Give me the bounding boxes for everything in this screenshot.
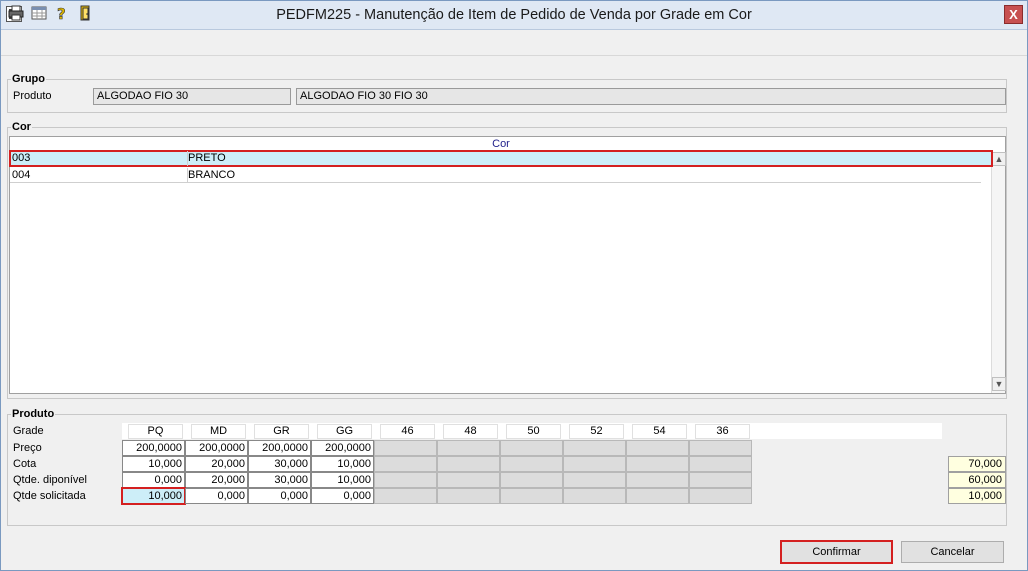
color-name: PRETO (188, 152, 226, 164)
printer-icon[interactable] (7, 4, 25, 22)
scroll-down-icon[interactable]: ▼ (992, 377, 1006, 391)
size-header: MD (191, 424, 246, 439)
cor-label: Cor (11, 121, 32, 133)
scroll-up-icon[interactable]: ▲ (992, 152, 1006, 166)
empty-grade-cell (563, 488, 626, 504)
empty-grade-cell (563, 456, 626, 472)
qtd-solicitada-row-label: Qtde solicitada (13, 490, 86, 502)
produto-code-field[interactable]: ALGODAO FIO 30 (93, 88, 291, 105)
empty-grade-cell (437, 488, 500, 504)
size-header: 54 (632, 424, 687, 439)
empty-grade-cell (626, 472, 689, 488)
empty-grade-cell (689, 472, 752, 488)
preco-cell: 200,0000 (185, 440, 248, 456)
size-header: GG (317, 424, 372, 439)
produto-desc-field[interactable]: ALGODAO FIO 30 FIO 30 (296, 88, 1006, 105)
toolbar (1, 30, 1027, 56)
size-header: 36 (695, 424, 750, 439)
window-title: PEDFM225 - Manutenção de Item de Pedido … (276, 7, 752, 23)
qtd-solicitada-total: 10,000 (948, 488, 1006, 504)
cota-cell: 30,000 (248, 456, 311, 472)
empty-grade-cell (689, 440, 752, 456)
size-header: 50 (506, 424, 561, 439)
list-item[interactable]: 004 BRANCO (10, 168, 981, 183)
qtd-disponivel-total: 60,000 (948, 472, 1006, 488)
empty-grade-cell (626, 488, 689, 504)
empty-grade-cell (437, 456, 500, 472)
produto-label: Produto (13, 90, 52, 102)
cota-total: 70,000 (948, 456, 1006, 472)
vertical-scrollbar[interactable]: ▲ ▼ (991, 152, 1006, 393)
list-item[interactable]: 003 PRETO (9, 150, 993, 167)
empty-grade-cell (437, 472, 500, 488)
svg-text:?: ? (57, 5, 66, 21)
empty-grade-cell (626, 456, 689, 472)
size-header: 48 (443, 424, 498, 439)
color-name: BRANCO (188, 169, 236, 181)
size-header: PQ (128, 424, 183, 439)
list-column-header[interactable]: Cor (10, 137, 992, 152)
grade-row-label: Grade (13, 425, 44, 437)
preco-cell: 200,0000 (248, 440, 311, 456)
cota-cell: 20,000 (185, 456, 248, 472)
qtd-disponivel-cell: 0,000 (122, 472, 185, 488)
cota-cell: 10,000 (122, 456, 185, 472)
empty-grade-cell (500, 488, 563, 504)
empty-grade-cell (626, 440, 689, 456)
empty-grade-cell (374, 440, 437, 456)
close-button[interactable]: X (1004, 5, 1023, 24)
size-header: 46 (380, 424, 435, 439)
size-header: 52 (569, 424, 624, 439)
produto-group-label: Produto (11, 408, 56, 420)
color-code: 004 (10, 168, 188, 183)
size-header: GR (254, 424, 309, 439)
grid-icon[interactable] (30, 4, 48, 22)
cota-cell: 10,000 (311, 456, 374, 472)
qtd-solicitada-cell[interactable]: 10,000 (121, 487, 186, 505)
qtd-solicitada-cell[interactable]: 0,000 (185, 488, 248, 504)
empty-grade-cell (374, 456, 437, 472)
cancelar-button[interactable]: Cancelar (901, 541, 1004, 563)
empty-grade-cell (563, 472, 626, 488)
qtd-solicitada-cell[interactable]: 0,000 (311, 488, 374, 504)
qtd-solicitada-cell[interactable]: 0,000 (248, 488, 311, 504)
preco-row-label: Preço (13, 442, 42, 454)
preco-cell: 200,0000 (311, 440, 374, 456)
preco-cell: 200,0000 (122, 440, 185, 456)
qtd-disponivel-cell: 20,000 (185, 472, 248, 488)
confirmar-button[interactable]: Confirmar (780, 540, 893, 564)
empty-grade-cell (500, 440, 563, 456)
empty-grade-cell (689, 456, 752, 472)
empty-grade-cell (500, 472, 563, 488)
grupo-label: Grupo (11, 73, 46, 85)
empty-grade-cell (689, 488, 752, 504)
qtd-disponivel-cell: 10,000 (311, 472, 374, 488)
empty-grade-cell (500, 456, 563, 472)
empty-grade-cell (437, 440, 500, 456)
empty-grade-cell (374, 488, 437, 504)
color-code: 003 (10, 151, 188, 166)
qtd-disponivel-row-label: Qtde. diponível (13, 474, 87, 486)
empty-grade-cell (563, 440, 626, 456)
empty-grade-cell (374, 472, 437, 488)
help-icon[interactable]: ? (53, 4, 71, 22)
exit-door-icon[interactable] (76, 4, 94, 22)
cota-row-label: Cota (13, 458, 37, 470)
qtd-disponivel-cell: 30,000 (248, 472, 311, 488)
